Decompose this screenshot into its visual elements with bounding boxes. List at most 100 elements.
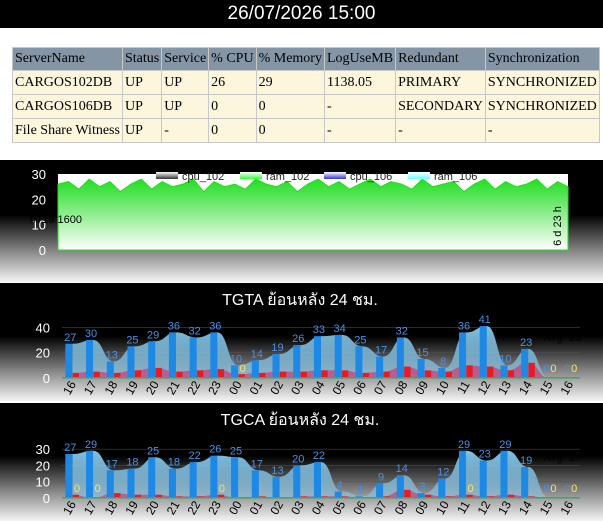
table-cell: SYNCHRONIZED [484, 94, 600, 119]
table-cell: PRIMARY [395, 70, 486, 95]
table-cell: SECONDARY [395, 94, 486, 119]
column-header: Status [121, 47, 163, 71]
table-cell: UP [121, 94, 163, 119]
bar-secondary [528, 362, 535, 378]
table-cell: SYNCHRONIZED [484, 70, 600, 95]
data-label: 14 [396, 463, 408, 475]
column-header: % Memory [255, 47, 325, 71]
tgca-chart: TGCA ย้อนหลัง 24 ชม.0102030 27 2917 1825182… [0, 403, 603, 521]
bar-primary [376, 483, 384, 498]
column-header: Redundant [395, 47, 486, 71]
table-cell: - [395, 118, 486, 143]
bar-primary [251, 470, 259, 498]
legend-label: ram_102 [266, 171, 309, 183]
data-label: 33 [313, 324, 325, 336]
bar-primary [376, 356, 384, 378]
bar-secondary [217, 369, 225, 378]
bar-secondary [404, 366, 411, 378]
table-cell: UP [161, 94, 210, 119]
column-header: Synchronization [484, 47, 600, 71]
bar-primary [65, 454, 73, 498]
bar-primary [168, 332, 176, 378]
table-header-row: ServerName Status Service% CPU% Memory LogU… [12, 47, 600, 71]
server-status-table: ServerName Status Service% CPU% Memory LogU… [12, 47, 600, 143]
data-label: 36 [209, 320, 221, 332]
tgta-avg-label: Avg. 23 [544, 332, 581, 344]
bar-primary [231, 457, 239, 498]
bar-primary [189, 462, 197, 498]
data-label: 22 [313, 450, 325, 462]
data-label: 17 [251, 458, 263, 470]
bar-primary [500, 450, 508, 498]
bar-primary [106, 470, 114, 498]
legend-swatch [156, 172, 178, 179]
data-label: 27 [64, 442, 76, 454]
table-body: CARGOS102DB UP UP 26 29 1138.05 PRIMARY SYNCHRO… [12, 70, 600, 143]
data-label: 29 [147, 329, 159, 341]
data-label: 10 [499, 353, 511, 365]
data-label: 22 [188, 450, 200, 462]
tgca-avg-label: Avg. 17 [544, 452, 581, 464]
table-cell: 0 [208, 94, 257, 119]
table-cell: - [484, 118, 600, 143]
column-header: % CPU [208, 47, 257, 71]
bar-secondary [507, 370, 515, 378]
y-tick-label: 20 [36, 346, 50, 361]
table-row: CARGOS106DB UP UP 0 0- SECONDARY SYNCHRONIZED [12, 94, 600, 119]
bar-secondary [321, 370, 328, 378]
data-label: 0 [565, 363, 571, 375]
bar-primary [396, 337, 404, 378]
table-row: File Share Witness UP -0 0- - - [12, 118, 600, 143]
bar-secondary [404, 489, 411, 498]
bar-secondary [425, 370, 432, 378]
bar-primary [417, 359, 425, 378]
data-label: 29 [85, 439, 97, 451]
bar-primary [272, 353, 280, 378]
data-label: 25 [230, 445, 242, 457]
data-label: 19 [271, 342, 283, 354]
table-row: CARGOS102DB UP UP 26 29 1138.05 PRIMARY SYNCHRO… [12, 70, 600, 95]
data-label: 3 [419, 481, 425, 493]
bar-primary [438, 478, 446, 498]
data-label: 23 [520, 337, 532, 349]
data-label: 36 [458, 320, 470, 332]
data-label: 13 [106, 350, 118, 362]
y-tick-label: 0 [43, 371, 50, 386]
bar-primary [148, 341, 156, 378]
data-label: 30 [85, 328, 97, 340]
data-label: 25 [147, 445, 159, 457]
bar-secondary [342, 370, 349, 378]
table-cell: UP [121, 118, 163, 143]
table-cell: 29 [255, 70, 325, 95]
bar-primary [210, 332, 218, 378]
bar-primary [313, 336, 321, 378]
bar-primary [86, 340, 94, 378]
bar-primary [521, 467, 529, 498]
bar-primary [210, 455, 218, 498]
y-tick-label: 0 [43, 491, 50, 506]
data-label-low: 0 [74, 483, 80, 495]
y-tick-label: 20 [32, 192, 46, 207]
data-label: 20 [292, 453, 304, 465]
datetime-header: 26/07/2026 15:00 [0, 0, 603, 28]
data-label: 26 [292, 333, 304, 345]
y-tick-label: 20 [36, 458, 50, 473]
bar-primary [500, 365, 508, 378]
bar-primary [293, 345, 301, 378]
bar-primary [86, 450, 94, 498]
table-cell: CARGOS106DB [12, 94, 123, 119]
table-cell: CARGOS102DB [12, 70, 123, 95]
data-label: 34 [334, 323, 346, 335]
data-label: 25 [126, 334, 138, 346]
data-label: 25 [354, 334, 366, 346]
data-label: 1 [357, 484, 363, 496]
data-label-low: 0 [468, 483, 474, 495]
bar-primary [272, 476, 280, 498]
y-tick-label: 30 [36, 442, 50, 457]
data-label: 36 [168, 320, 180, 332]
bar-primary [127, 468, 135, 498]
table-cell: 0 [255, 94, 325, 119]
table-cell: 0 [208, 118, 257, 143]
bar-primary [189, 337, 197, 378]
data-label: 4 [337, 479, 343, 491]
